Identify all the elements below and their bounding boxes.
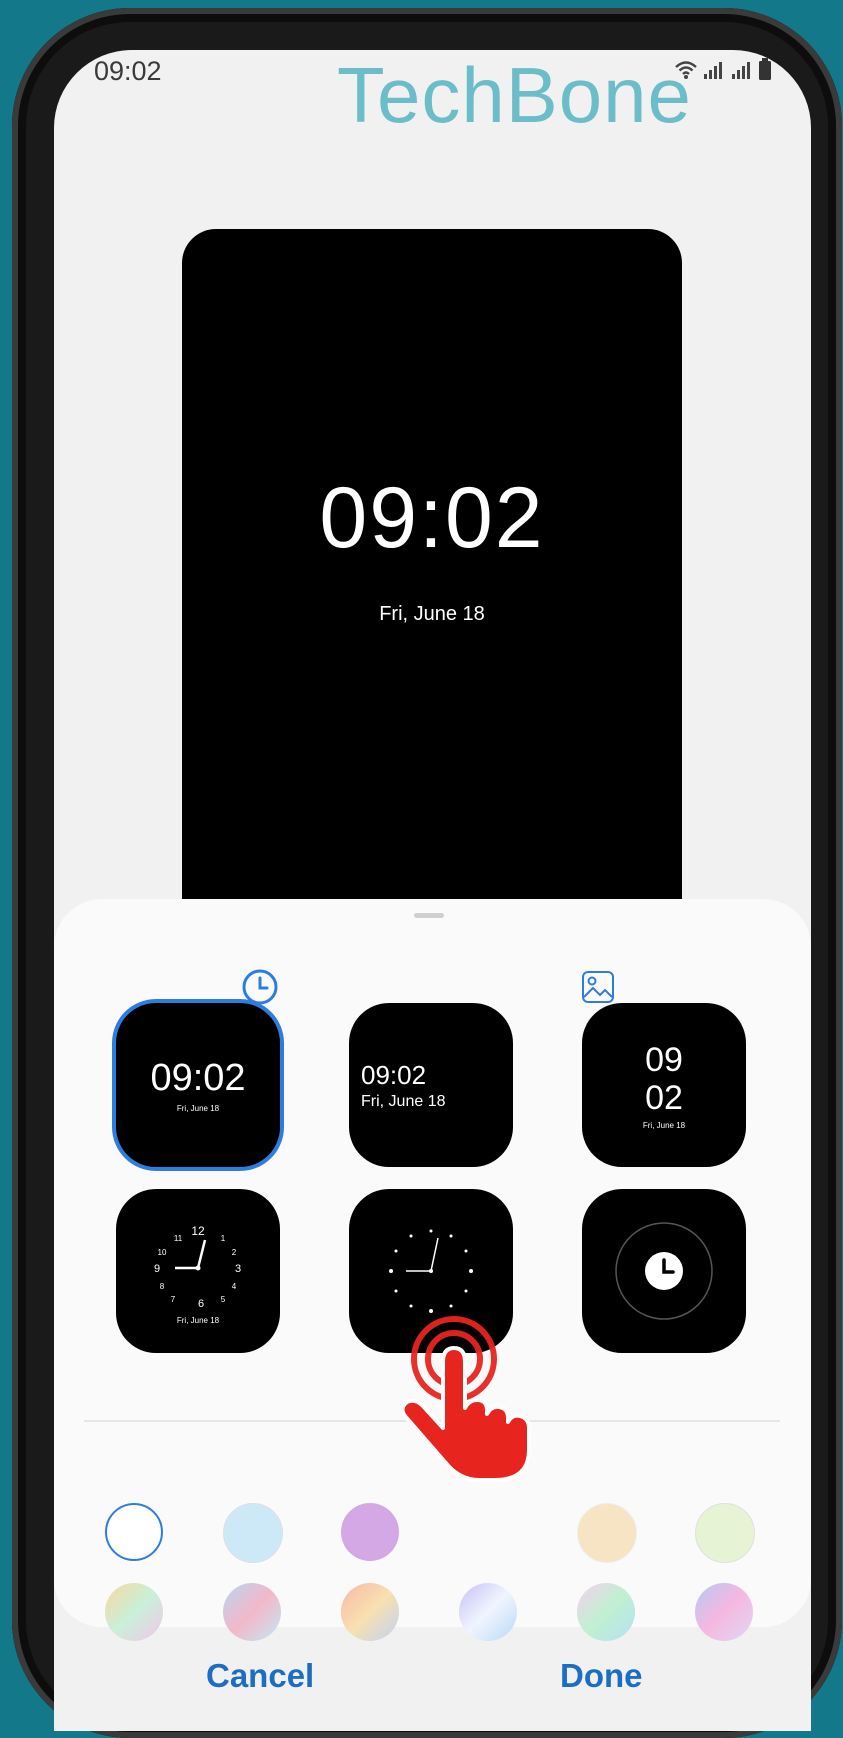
preview-time: 09:02 bbox=[319, 470, 545, 566]
color-swatch-purple[interactable] bbox=[341, 1503, 399, 1561]
color-swatch-light-green[interactable] bbox=[695, 1503, 755, 1563]
clock-numeral: 2 bbox=[232, 1248, 237, 1257]
signal-icon bbox=[703, 60, 725, 86]
clock-numeral: 7 bbox=[171, 1295, 176, 1304]
preview-date: Fri, June 18 bbox=[379, 603, 485, 625]
tile-hour: 09 bbox=[645, 1040, 683, 1079]
cancel-button[interactable]: Cancel bbox=[206, 1657, 314, 1695]
color-swatch-peach[interactable] bbox=[577, 1503, 637, 1563]
clock-numeral: 9 bbox=[154, 1263, 160, 1275]
status-time: 09:02 bbox=[94, 56, 162, 86]
clock-numeral: 10 bbox=[158, 1248, 167, 1257]
tile-time: 09:02 bbox=[150, 1057, 246, 1099]
clock-numeral: 3 bbox=[235, 1263, 241, 1275]
analog-clock-face: 12 1 2 3 4 5 6 7 8 9 10 11 bbox=[154, 1224, 241, 1310]
clock-style-sheet: 09:02 Fri, June 18 09:02 Fri, June 18 09… bbox=[54, 899, 811, 1641]
color-swatch-light-blue[interactable] bbox=[223, 1503, 283, 1563]
clock-style-digital-left[interactable]: 09:02 Fri, June 18 bbox=[349, 1003, 513, 1167]
done-button[interactable]: Done bbox=[560, 1657, 643, 1695]
tab-image[interactable] bbox=[576, 965, 620, 1009]
clock-numeral: 11 bbox=[174, 1234, 183, 1243]
tap-hand-icon bbox=[400, 1316, 531, 1482]
clock-style-digital-centered[interactable]: 09:02 Fri, June 18 bbox=[116, 1003, 280, 1167]
tile-date: Fri, June 18 bbox=[361, 1092, 446, 1110]
clock-numeral: 12 bbox=[191, 1224, 205, 1238]
tile-date: Fri, June 18 bbox=[642, 1120, 686, 1130]
clock-numeral: 4 bbox=[232, 1282, 237, 1291]
battery-icon bbox=[759, 58, 771, 86]
clock-numeral: 5 bbox=[221, 1295, 226, 1304]
tile-date: Fri, June 18 bbox=[176, 1315, 220, 1325]
clock-icon bbox=[615, 1222, 713, 1320]
aod-preview: 09:02 Fri, June 18 bbox=[182, 229, 682, 969]
bottom-action-bar: Cancel Done bbox=[54, 1627, 811, 1731]
clock-numeral: 6 bbox=[198, 1298, 204, 1310]
watermark-logo: TechBone bbox=[337, 51, 692, 139]
sheet-handle[interactable] bbox=[414, 913, 444, 918]
clock-style-clock-icon-circle[interactable] bbox=[582, 1189, 746, 1353]
tile-date: Fri, June 18 bbox=[176, 1104, 220, 1113]
clock-numeral: 1 bbox=[221, 1234, 226, 1243]
clock-style-analog-numbers[interactable]: 12 1 2 3 4 5 6 7 8 9 10 11 Fri, June 18 bbox=[116, 1189, 280, 1353]
image-icon bbox=[582, 971, 614, 1003]
clock-style-digital-stacked[interactable]: 09 02 Fri, June 18 bbox=[582, 1003, 746, 1167]
signal-icon bbox=[731, 60, 753, 86]
clock-numeral: 8 bbox=[160, 1282, 165, 1291]
color-swatch-white[interactable] bbox=[105, 1503, 163, 1561]
tile-time: 09:02 bbox=[361, 1059, 427, 1090]
analog-clock-face bbox=[389, 1229, 473, 1313]
screen: 09:02 TechBone 09:02 Fri, June 18 09:02 … bbox=[54, 50, 811, 1731]
tile-minute: 02 bbox=[645, 1078, 683, 1117]
clock-icon bbox=[242, 969, 278, 1005]
